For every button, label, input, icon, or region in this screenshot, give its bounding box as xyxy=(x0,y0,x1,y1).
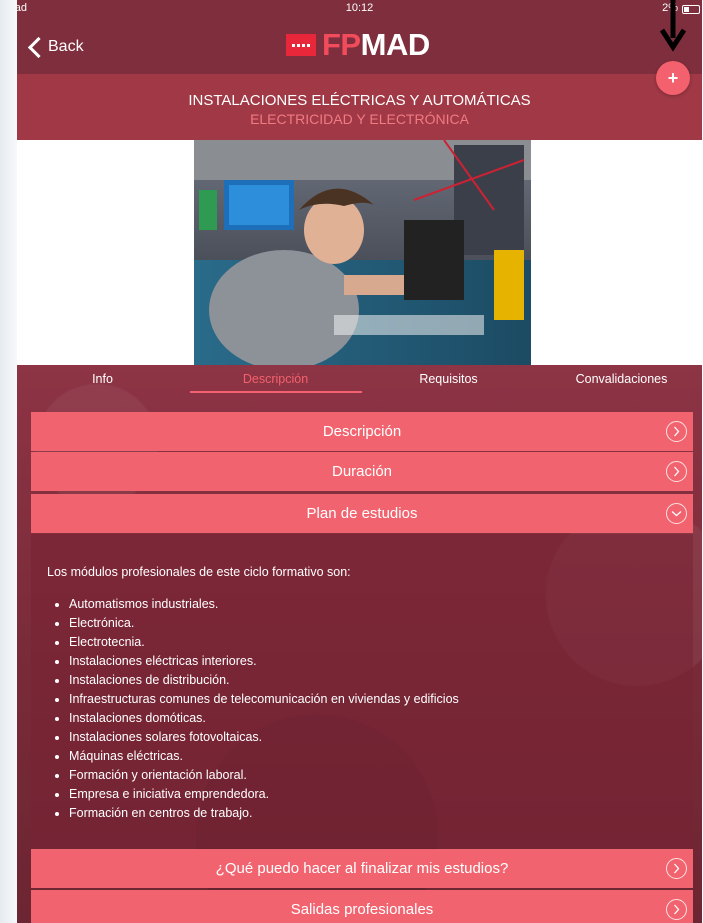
list-item: Formación y orientación laboral. xyxy=(69,766,459,785)
plan-de-estudios-panel: Los módulos profesionales de este ciclo … xyxy=(31,534,693,848)
list-item: Instalaciones domóticas. xyxy=(69,709,459,728)
app-logo: FPMAD xyxy=(286,27,430,63)
tab-info[interactable]: Info xyxy=(17,372,188,386)
list-item: Empresa e iniciativa emprendedora. xyxy=(69,785,459,804)
module-list: Automatismos industriales. Electrónica. … xyxy=(47,595,459,823)
tab-bar: Info Descripción Requisitos Convalidacio… xyxy=(17,365,702,397)
tab-requisitos[interactable]: Requisitos xyxy=(363,372,534,386)
add-button[interactable]: + xyxy=(656,61,690,95)
accordion-duracion[interactable]: Duración xyxy=(31,452,693,491)
accordion-salidas-profesionales[interactable]: Salidas profesionales xyxy=(31,890,693,923)
accordion-label: Plan de estudios xyxy=(306,505,418,522)
plan-intro: Los módulos profesionales de este ciclo … xyxy=(47,565,351,579)
active-tab-indicator xyxy=(190,391,362,393)
navigation-bar: Back FPMAD xyxy=(17,18,702,74)
clock: 10:12 xyxy=(345,2,374,14)
accordion-label: Duración xyxy=(331,463,393,480)
list-item: Instalaciones eléctricas interiores. xyxy=(69,652,459,671)
cycle-photo xyxy=(194,140,531,365)
list-item: Máquinas eléctricas. xyxy=(69,747,459,766)
madrid-flag-icon xyxy=(286,34,316,56)
chevron-right-icon xyxy=(666,461,687,482)
accordion-label: Salidas profesionales xyxy=(290,901,434,918)
tab-descripcion[interactable]: Descripción xyxy=(190,372,361,386)
accordion-plan-de-estudios[interactable]: Plan de estudios xyxy=(31,494,693,533)
logo-fp: FP xyxy=(322,27,361,62)
accordion-label: Descripción xyxy=(322,423,402,440)
app-screen: iPad 10:12 2% Back FPMAD INSTALACIONES E… xyxy=(17,0,702,923)
chevron-down-icon xyxy=(666,503,687,524)
list-item: Infraestructuras comunes de telecomunica… xyxy=(69,690,459,709)
chevron-left-icon xyxy=(27,36,50,58)
chevron-right-icon xyxy=(666,899,687,920)
status-bar: iPad 10:12 2% xyxy=(17,0,702,18)
list-item: Electrónica. xyxy=(69,614,459,633)
list-item: Automatismos industriales. xyxy=(69,595,459,614)
list-item: Formación en centros de trabajo. xyxy=(69,804,459,823)
photo-area xyxy=(17,140,702,365)
student-soldering-image xyxy=(194,140,531,365)
cycle-family: ELECTRICIDAD Y ELECTRÓNICA xyxy=(250,111,469,127)
accordion-label: ¿Qué puedo hacer al finalizar mis estudi… xyxy=(215,860,509,877)
logo-mad: MAD xyxy=(360,27,431,62)
list-item: Electrotecnia. xyxy=(69,633,459,652)
tab-convalidaciones[interactable]: Convalidaciones xyxy=(536,372,702,386)
chevron-right-icon xyxy=(666,858,687,879)
back-label: Back xyxy=(48,38,84,55)
logo-text: FPMAD xyxy=(322,27,430,63)
accordion-que-puedo-hacer[interactable]: ¿Qué puedo hacer al finalizar mis estudi… xyxy=(31,849,693,888)
list-item: Instalaciones de distribución. xyxy=(69,671,459,690)
list-item: Instalaciones solares fotovoltaicas. xyxy=(69,728,459,747)
arrow-down-icon xyxy=(659,0,687,52)
back-button[interactable]: Back xyxy=(25,36,84,58)
cycle-title: INSTALACIONES ELÉCTRICAS Y AUTOMÁTICAS xyxy=(188,92,531,109)
accordion-descripcion[interactable]: Descripción xyxy=(31,412,693,451)
cycle-header: INSTALACIONES ELÉCTRICAS Y AUTOMÁTICAS E… xyxy=(17,74,702,140)
chevron-right-icon xyxy=(666,421,687,442)
